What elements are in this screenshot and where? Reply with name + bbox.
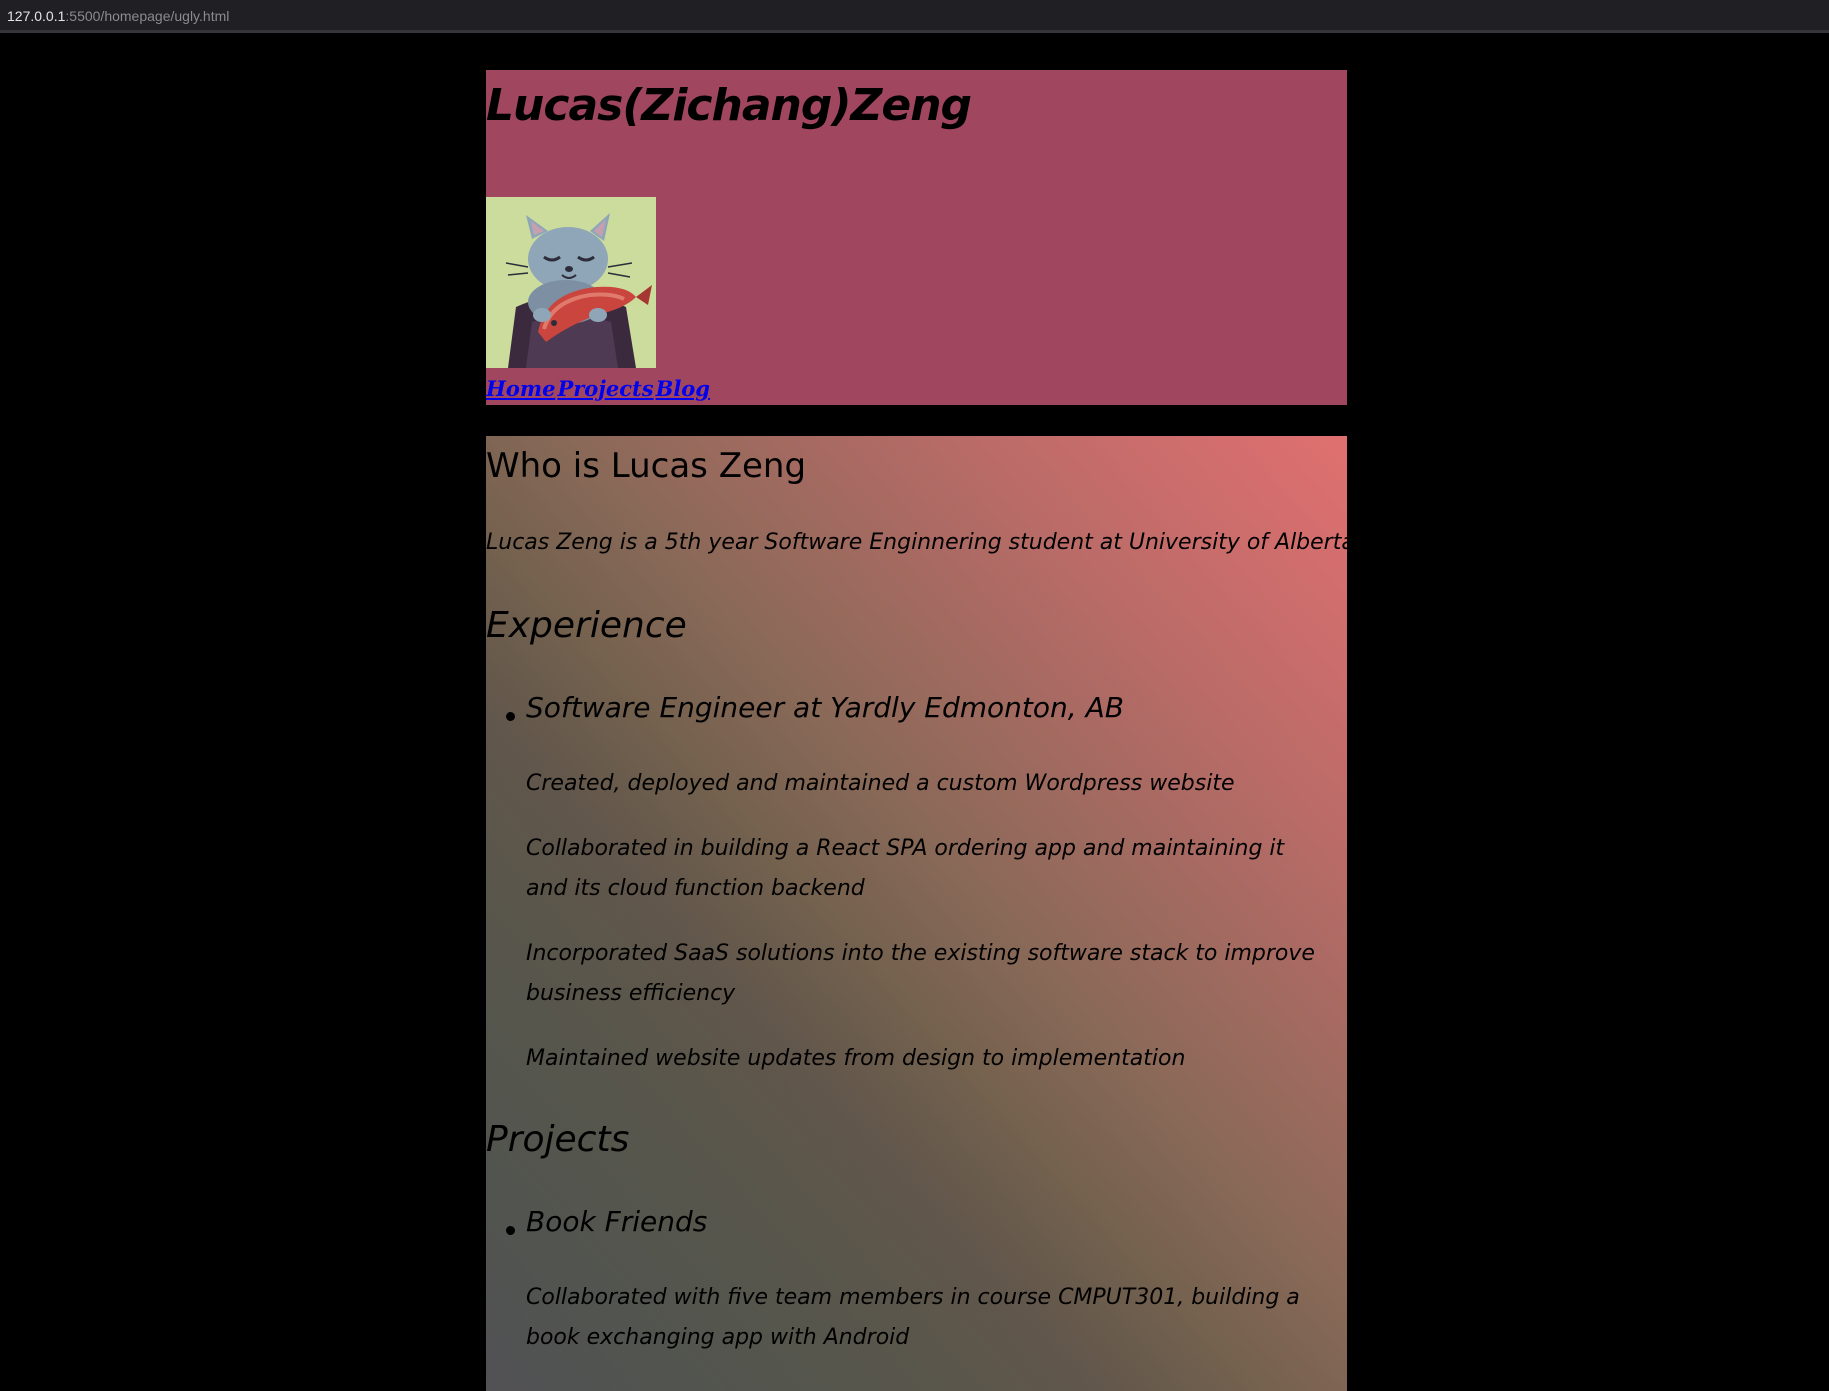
nav-link-blog[interactable]: Blog: [656, 376, 710, 401]
project-detail: Collaborated with five team members in c…: [526, 1285, 1300, 1350]
project-item-title: Book Friends: [526, 1205, 708, 1238]
experience-detail: Incorporated SaaS solutions into the exi…: [526, 941, 1315, 1006]
site-title: Lucas(Zichang)Zeng: [486, 80, 972, 131]
experience-detail: Created, deployed and maintained a custo…: [526, 771, 1235, 796]
main-nav: HomeProjectsBlog: [486, 376, 712, 402]
about-heading: Who is Lucas Zeng: [486, 446, 807, 486]
experience-detail: Collaborated in building a React SPA ord…: [526, 836, 1285, 901]
browser-address-bar[interactable]: 127.0.0.1:5500/homepage/ugly.html: [0, 0, 1829, 33]
url-host: 127.0.0.1: [7, 8, 66, 24]
nav-link-home[interactable]: Home: [486, 376, 555, 401]
site-header: Lucas(Zichang)Zeng HomeProjectsBlog: [486, 70, 1347, 405]
experience-heading: Experience: [486, 605, 687, 646]
experience-detail: Maintained website updates from design t…: [526, 1046, 1186, 1071]
main-content: Who is Lucas Zeng Lucas Zeng is a 5th ye…: [486, 436, 1347, 1391]
intro-paragraph: Lucas Zeng is a 5th year Software Enginn…: [486, 530, 1347, 555]
bullet-icon: [506, 712, 515, 721]
cat-holding-fish-avatar: [486, 197, 656, 368]
url-text[interactable]: 127.0.0.1:5500/homepage/ugly.html: [7, 8, 229, 24]
gradient-overlay: [486, 436, 1347, 1391]
experience-item-title: Software Engineer at Yardly Edmonton, AB: [526, 691, 1124, 724]
projects-heading: Projects: [486, 1119, 630, 1160]
nav-link-projects[interactable]: Projects: [557, 376, 653, 401]
bullet-icon: [506, 1226, 515, 1235]
url-path: :5500/homepage/ugly.html: [65, 8, 230, 24]
